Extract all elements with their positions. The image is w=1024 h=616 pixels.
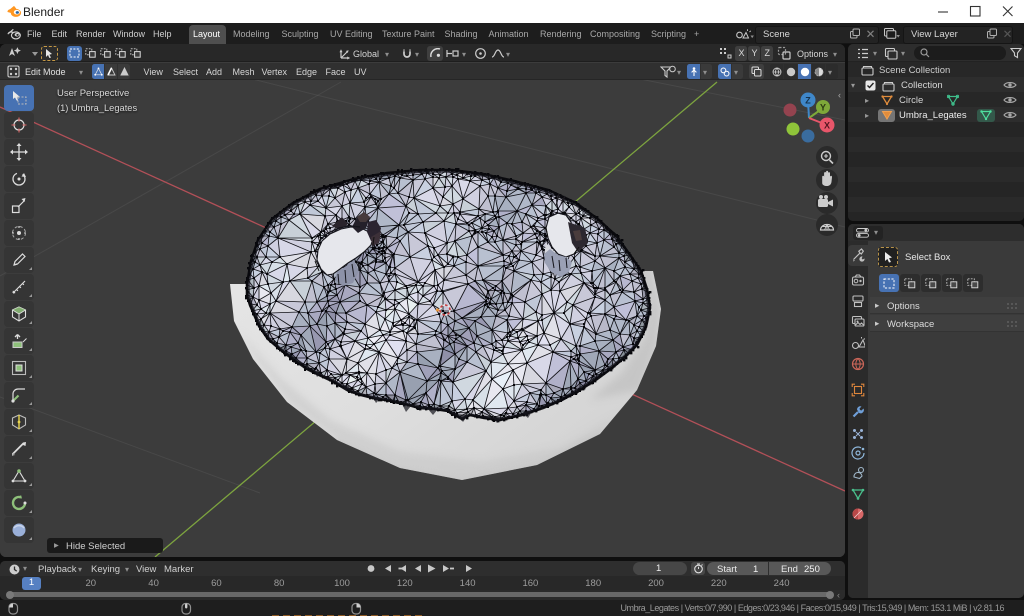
svg-text:Z: Z xyxy=(805,96,811,106)
svg-text:X: X xyxy=(824,121,830,131)
svg-text:Y: Y xyxy=(820,103,826,113)
